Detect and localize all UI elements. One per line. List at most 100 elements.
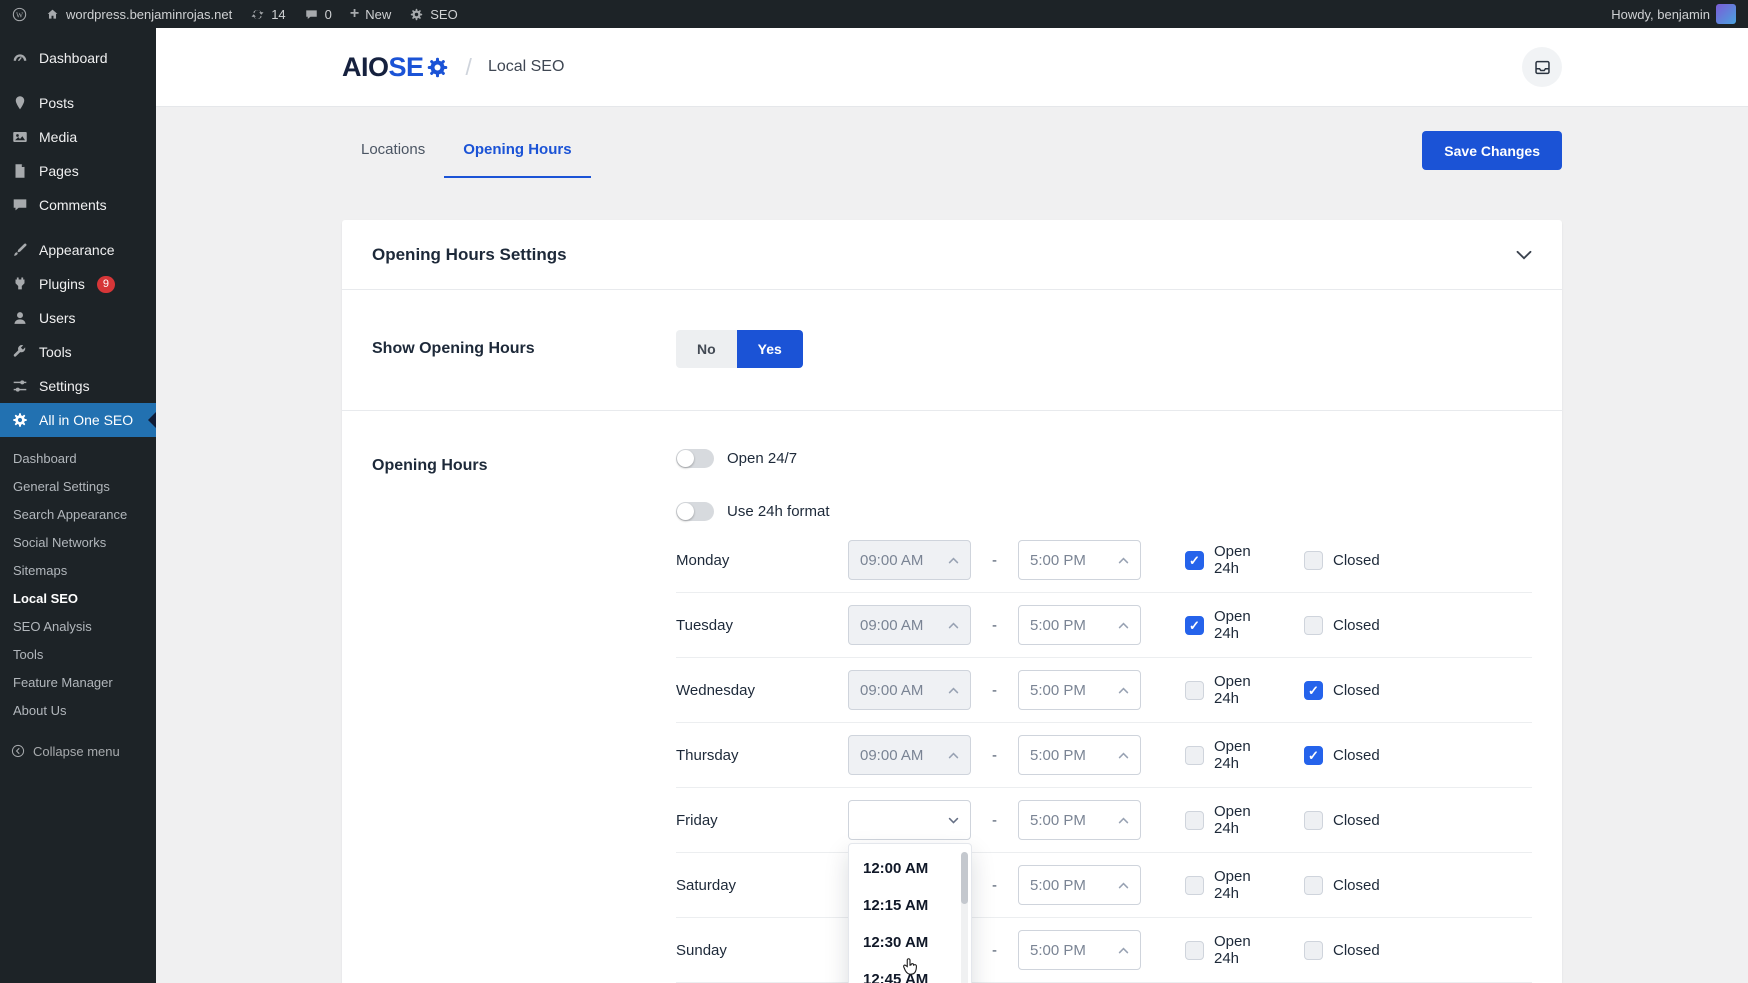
submenu-item-about-us[interactable]: About Us [0,696,156,724]
sidebar-item-users[interactable]: Users [0,301,156,335]
thursday-closed-checkbox-group[interactable]: Closed [1304,746,1380,765]
time-dash: - [971,942,1018,959]
friday-start-time-select-open[interactable] [848,800,971,840]
card-header[interactable]: Opening Hours Settings [342,220,1562,290]
checkbox-label: Closed [1333,617,1380,634]
comments-menu[interactable]: 0 [304,7,332,22]
updates-count: 14 [271,7,285,22]
breadcrumb-separator: / [466,54,472,81]
new-content-menu[interactable]: + New [350,6,391,22]
checkbox[interactable] [1304,616,1323,635]
sidebar-item-plugins[interactable]: Plugins 9 [0,267,156,301]
checkbox-label: Open 24h [1214,738,1278,772]
open-247-toggle[interactable] [676,449,714,468]
select-value: 5:00 PM [1030,812,1086,829]
checkbox-label: Open 24h [1214,543,1278,577]
checkbox[interactable] [1185,876,1204,895]
submenu-item-sitemaps[interactable]: Sitemaps [0,556,156,584]
show-opening-hours-row: Show Opening Hours No Yes [342,290,1562,411]
friday-end-time-select[interactable]: 5:00 PM [1018,800,1141,840]
submenu-item-dashboard[interactable]: Dashboard [0,444,156,472]
sidebar-item-settings[interactable]: Settings [0,369,156,403]
submenu-item-feature-manager[interactable]: Feature Manager [0,668,156,696]
submenu-item-local-seo[interactable]: Local SEO [0,584,156,612]
time-option-12-00-am[interactable]: 12:00 AM [849,850,971,887]
sidebar-item-tools[interactable]: Tools [0,335,156,369]
submenu-item-social-networks[interactable]: Social Networks [0,528,156,556]
saturday-closed-checkbox-group[interactable]: Closed [1304,876,1380,895]
thursday-start-time-select[interactable]: 09:00 AM [848,735,971,775]
checkbox[interactable] [1304,876,1323,895]
checkbox[interactable] [1185,811,1204,830]
sunday-closed-checkbox-group[interactable]: Closed [1304,941,1380,960]
yes-button[interactable]: Yes [737,330,803,368]
sunday-open-24h-checkbox-group[interactable]: Open 24h [1185,933,1278,967]
wednesday-start-time-select[interactable]: 09:00 AM [848,670,971,710]
checkbox[interactable] [1185,616,1204,635]
monday-closed-checkbox-group[interactable]: Closed [1304,551,1380,570]
monday-open-24h-checkbox-group[interactable]: Open 24h [1185,543,1278,577]
sidebar-item-media[interactable]: Media [0,120,156,154]
submenu-item-general-settings[interactable]: General Settings [0,472,156,500]
wednesday-closed-checkbox-group[interactable]: Closed [1304,681,1380,700]
submenu-label: Tools [13,647,43,662]
saturday-open-24h-checkbox-group[interactable]: Open 24h [1185,868,1278,902]
tab-opening-hours[interactable]: Opening Hours [444,123,590,178]
sidebar-item-appearance[interactable]: Appearance [0,233,156,267]
tuesday-start-time-select[interactable]: 09:00 AM [848,605,971,645]
checkbox[interactable] [1304,551,1323,570]
opening-hours-label: Opening Hours [372,447,676,983]
tuesday-open-24h-checkbox-group[interactable]: Open 24h [1185,608,1278,642]
friday-closed-checkbox-group[interactable]: Closed [1304,811,1380,830]
checkbox[interactable] [1185,941,1204,960]
checkbox[interactable] [1185,551,1204,570]
account-menu[interactable]: Howdy, benjamin [1611,4,1736,24]
collapse-menu-button[interactable]: Collapse menu [0,736,156,766]
tuesday-closed-checkbox-group[interactable]: Closed [1304,616,1380,635]
aioseo-logo: AIOSE [342,52,450,83]
tab-locations[interactable]: Locations [342,123,444,178]
checkbox[interactable] [1185,746,1204,765]
dropdown-scrollbar-track[interactable] [961,852,968,983]
submenu-item-search-appearance[interactable]: Search Appearance [0,500,156,528]
sidebar-item-all-in-one-seo[interactable]: All in One SEO [0,403,156,437]
save-changes-button[interactable]: Save Changes [1422,131,1562,170]
sidebar-item-posts[interactable]: Posts [0,86,156,120]
sunday-end-time-select[interactable]: 5:00 PM [1018,930,1141,970]
sidebar-item-comments[interactable]: Comments [0,188,156,222]
submenu-item-seo-analysis[interactable]: SEO Analysis [0,612,156,640]
checkbox[interactable] [1304,681,1323,700]
home-icon [45,7,60,22]
checkbox-label: Open 24h [1214,803,1278,837]
checkbox[interactable] [1304,811,1323,830]
monday-start-time-select[interactable]: 09:00 AM [848,540,971,580]
thursday-end-time-select[interactable]: 5:00 PM [1018,735,1141,775]
dropdown-scrollbar-thumb[interactable] [961,852,968,904]
submenu-item-tools[interactable]: Tools [0,640,156,668]
checkbox[interactable] [1304,941,1323,960]
sidebar-item-label: All in One SEO [39,412,133,428]
checkbox[interactable] [1304,746,1323,765]
checkbox[interactable] [1185,681,1204,700]
saturday-end-time-select[interactable]: 5:00 PM [1018,865,1141,905]
seo-gear-icon [409,7,424,22]
active-menu-arrow [148,412,156,428]
wp-logo-menu[interactable]: W [12,7,27,22]
updates-menu[interactable]: 14 [250,7,285,22]
use-24h-toggle[interactable] [676,502,714,521]
wednesday-end-time-select[interactable]: 5:00 PM [1018,670,1141,710]
monday-end-time-select[interactable]: 5:00 PM [1018,540,1141,580]
friday-open-24h-checkbox-group[interactable]: Open 24h [1185,803,1278,837]
tuesday-end-time-select[interactable]: 5:00 PM [1018,605,1141,645]
site-name-link[interactable]: wordpress.benjaminrojas.net [45,7,232,22]
no-button[interactable]: No [676,330,737,368]
chevron-down-icon[interactable] [1516,250,1532,260]
wednesday-open-24h-checkbox-group[interactable]: Open 24h [1185,673,1278,707]
notifications-inbox-button[interactable] [1522,47,1562,87]
time-option-12-15-am[interactable]: 12:15 AM [849,887,971,924]
day-name: Thursday [676,747,848,764]
seo-menu[interactable]: SEO [409,7,457,22]
sidebar-item-dashboard[interactable]: Dashboard [0,41,156,75]
sidebar-item-pages[interactable]: Pages [0,154,156,188]
thursday-open-24h-checkbox-group[interactable]: Open 24h [1185,738,1278,772]
